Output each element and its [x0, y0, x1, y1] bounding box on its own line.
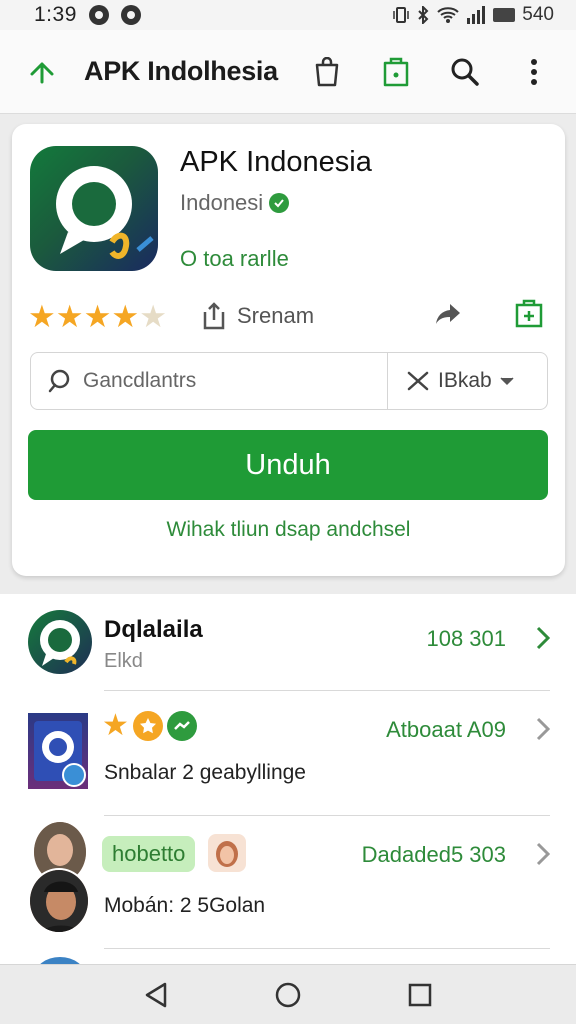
signal-icon	[467, 6, 486, 24]
search-icon	[451, 58, 479, 86]
verified-icon	[269, 193, 290, 213]
wishlist-icon	[515, 299, 543, 327]
app-name: APK Indonesia	[180, 146, 372, 178]
status-bar: 1:39 540	[0, 0, 576, 30]
list-item-meta: 108 301	[426, 626, 506, 651]
square-recents-icon	[408, 983, 432, 1006]
star-icon: ★	[55, 298, 84, 334]
forward-icon	[436, 303, 460, 324]
badge-row: ★	[102, 711, 197, 741]
nav-home-button[interactable]	[268, 975, 308, 1015]
more-vert-icon	[531, 58, 537, 85]
developer-name[interactable]: Indonesi	[180, 190, 263, 216]
chevron-down-icon	[500, 377, 514, 386]
download-button[interactable]: Unduh	[28, 430, 548, 500]
battery-icon	[493, 8, 516, 22]
status-time: 1:39	[34, 3, 77, 26]
share-icon	[203, 302, 225, 330]
app-bar-title: APK Indolhesia	[84, 56, 278, 86]
chevron-right-icon	[536, 626, 550, 650]
search-icon	[48, 369, 70, 393]
star-icon: ★	[83, 298, 112, 334]
avatar	[34, 957, 86, 964]
forward-button[interactable]	[434, 302, 462, 331]
triangle-back-icon	[145, 982, 167, 1007]
installs-text: O toa rarlle	[180, 246, 289, 271]
search-placeholder: Gancdlantrs	[83, 369, 197, 392]
share-label: Srenam	[236, 303, 315, 328]
notification-icon	[88, 5, 109, 25]
rating-row: ★ ★ ★ ★ ★ Srenam	[28, 296, 548, 336]
list-item-meta: Atboaat A09	[386, 717, 506, 742]
vibrate-icon	[393, 7, 410, 23]
list-item-subtitle: Elkd	[104, 650, 143, 672]
star-icon: ★	[28, 298, 56, 334]
search-input[interactable]: Gancdlantrs	[30, 352, 388, 410]
search-row: Gancdlantrs IBkab	[30, 352, 548, 410]
list-item[interactable]: ★ Snbalar 2 geabyllinge Atboaat A09	[0, 691, 576, 816]
list-item[interactable]	[0, 949, 576, 964]
filter-label: IBkab	[438, 369, 492, 392]
app-icon	[30, 146, 158, 271]
search-button[interactable]	[441, 48, 489, 96]
save-button[interactable]	[372, 48, 420, 96]
filter-dropdown[interactable]: IBkab	[388, 352, 548, 410]
bag-button[interactable]	[303, 48, 351, 96]
chevron-right-icon	[536, 842, 550, 866]
bluetooth-icon	[418, 6, 429, 24]
star-icon: ★	[102, 709, 129, 742]
app-thumbnail	[28, 713, 88, 789]
list-item-caption: Mobán: 2 5Golan	[104, 894, 266, 917]
notification-icon	[120, 5, 141, 25]
chevron-right-icon	[536, 717, 550, 741]
avatar	[208, 834, 246, 872]
circle-home-icon	[275, 982, 301, 1007]
bag-icon	[315, 56, 339, 86]
tag-badge: hobetto	[102, 836, 196, 872]
app-bar: APK Indolhesia	[0, 30, 576, 114]
more-button[interactable]	[510, 48, 558, 96]
award-icon	[132, 711, 163, 741]
nav-back-button[interactable]	[136, 975, 176, 1015]
app-icon	[28, 610, 92, 674]
list-item[interactable]: hobetto Mobán: 2 5Golan Dadaded5 303	[0, 816, 576, 949]
developer-row[interactable]: Indonesi	[180, 190, 290, 216]
star-half-icon: ★	[139, 298, 167, 334]
star-icon: ★	[111, 298, 140, 334]
nav-recents-button[interactable]	[400, 975, 440, 1015]
avatar	[28, 868, 90, 934]
download-hint: Wihak tliun dsap andchsel	[166, 518, 411, 541]
related-list: Dqlalaila Elkd 108 301 ★ Snbalar 2 geaby…	[0, 594, 576, 964]
list-item-title: Dqlalaila	[104, 616, 203, 643]
wifi-icon	[437, 7, 460, 23]
back-icon	[30, 62, 54, 83]
list-item-meta: Dadaded5 303	[361, 842, 506, 867]
share-button[interactable]: Srenam	[201, 302, 314, 330]
list-item-caption: Snbalar 2 geabyllinge	[104, 761, 306, 784]
list-item[interactable]: Dqlalaila Elkd 108 301	[0, 594, 576, 691]
close-icon	[407, 371, 429, 391]
battery-level: 540	[522, 4, 554, 25]
wishlist-button[interactable]	[514, 299, 544, 334]
back-button[interactable]	[24, 54, 60, 90]
app-header-card: APK Indonesia Indonesi O toa rarlle ★ ★ …	[12, 124, 565, 576]
system-nav-bar	[0, 964, 576, 1024]
save-icon	[383, 57, 409, 86]
messenger-icon	[166, 711, 197, 741]
